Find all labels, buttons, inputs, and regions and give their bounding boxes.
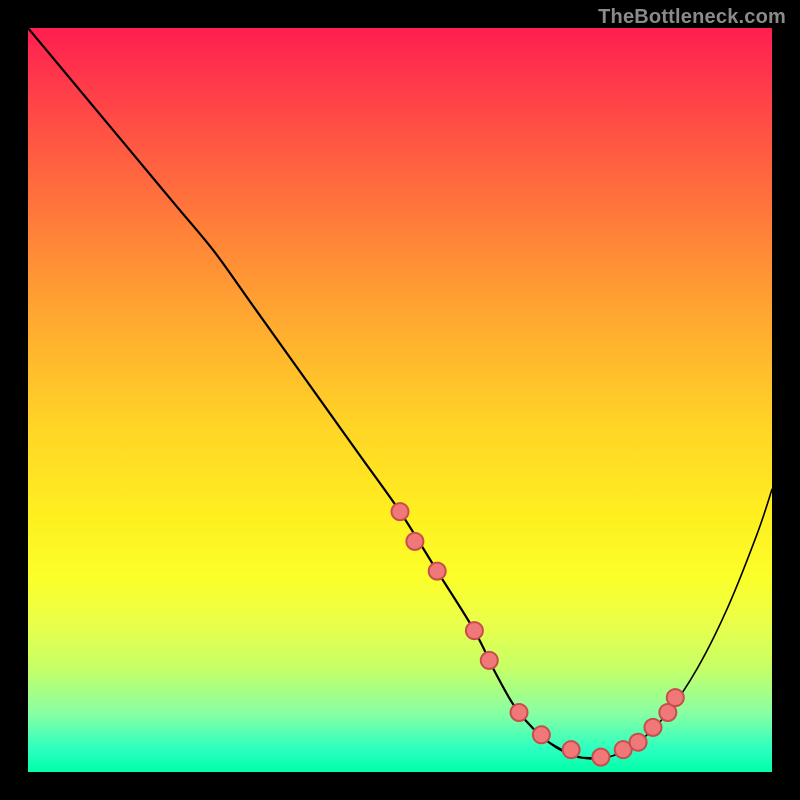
bottleneck-curve-right: [549, 489, 772, 759]
highlight-dot: [406, 533, 423, 550]
highlight-dot: [533, 726, 550, 743]
bottleneck-curve: [28, 28, 608, 758]
highlight-dot: [481, 652, 498, 669]
highlight-dot: [511, 704, 528, 721]
highlight-dot: [563, 741, 580, 758]
highlight-dot: [392, 503, 409, 520]
highlight-dot: [466, 622, 483, 639]
highlight-dot: [667, 689, 684, 706]
highlight-dots-group: [392, 503, 684, 766]
highlight-dot: [644, 719, 661, 736]
bottleneck-plot: [28, 28, 772, 772]
highlight-dot: [429, 563, 446, 580]
chart-area: [28, 28, 772, 772]
highlight-dot: [592, 749, 609, 766]
watermark-text: TheBottleneck.com: [598, 6, 786, 29]
highlight-dot: [630, 734, 647, 751]
